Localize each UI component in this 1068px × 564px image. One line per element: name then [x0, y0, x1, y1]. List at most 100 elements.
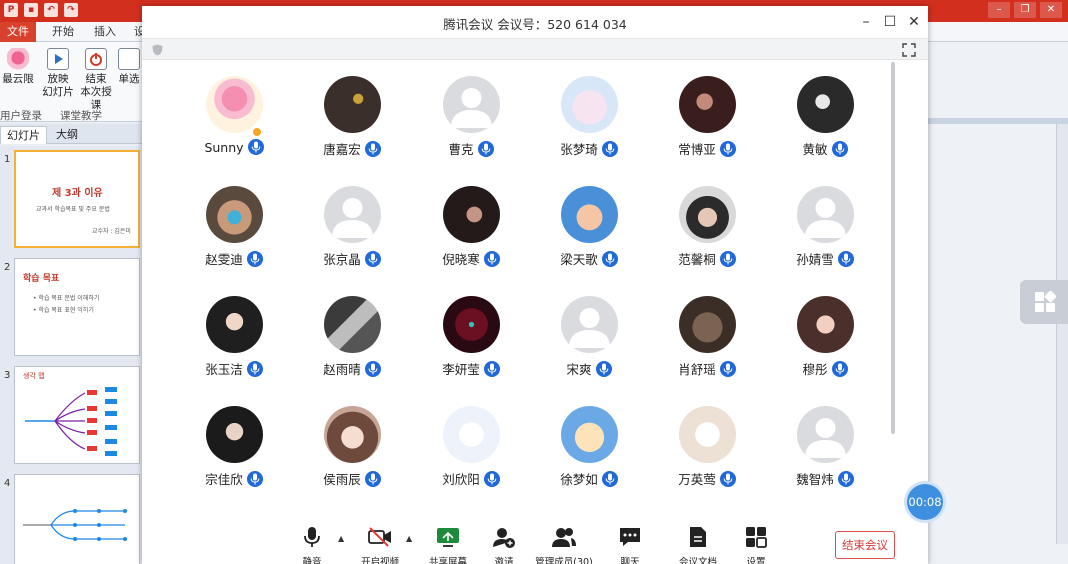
video-options-caret-icon[interactable]: ▲: [406, 534, 412, 543]
microphone-status-icon[interactable]: [246, 250, 263, 267]
microphone-status-icon[interactable]: [831, 140, 848, 157]
avatar: [561, 186, 618, 243]
microphone-status-icon[interactable]: [601, 140, 618, 157]
participant-tile[interactable]: 赵雨晴: [293, 296, 411, 396]
microphone-status-icon[interactable]: [364, 250, 381, 267]
participant-tile[interactable]: 穆彤: [766, 296, 884, 396]
add-user-icon: [492, 526, 516, 548]
save-icon[interactable]: ▪: [24, 3, 38, 17]
participant-grid-scrollbar[interactable]: [891, 62, 895, 434]
ribbon-cloud-button[interactable]: 最云限: [0, 48, 38, 86]
redo-icon[interactable]: ↷: [64, 3, 78, 17]
minimize-button[interactable]: –: [856, 12, 876, 32]
meeting-docs-button[interactable]: 会议文档: [668, 526, 728, 564]
participant-tile[interactable]: 倪晓寒: [412, 186, 530, 286]
participant-tile[interactable]: 曹克: [412, 76, 530, 176]
chat-button[interactable]: 聊天: [600, 526, 660, 564]
tab-home[interactable]: 开始: [52, 22, 74, 42]
microphone-status-icon[interactable]: [364, 470, 381, 487]
end-meeting-button[interactable]: 结束会议: [835, 531, 895, 559]
microphone-status-icon[interactable]: [595, 360, 612, 377]
manage-members-button[interactable]: 管理成员(30): [534, 526, 594, 564]
maximize-button[interactable]: ☐: [880, 12, 900, 32]
slide-thumbnail-3[interactable]: 생각 맵: [14, 366, 140, 464]
ribbon-single-choice-button[interactable]: 单选: [116, 48, 142, 86]
share-screen-button[interactable]: 共享屏幕: [418, 526, 478, 564]
slide-title: 생각 맵: [23, 372, 45, 380]
tab-insert[interactable]: 插入: [94, 22, 116, 42]
slide-thumbnail-4[interactable]: [14, 474, 140, 564]
tab-outline[interactable]: 大纲: [50, 126, 84, 144]
slide-title: 제 3과 이유: [52, 188, 103, 199]
slide-thumbnail-2[interactable]: 학습 목표 • 학습 목표 문법 이해하기 • 학습 목표 표현 익히기: [14, 258, 140, 356]
participant-tile[interactable]: 徐梦如: [530, 406, 648, 506]
participant-tile[interactable]: 张玉洁: [175, 296, 293, 396]
mute-button[interactable]: 静音: [282, 526, 342, 564]
microphone-status-icon[interactable]: [719, 360, 736, 377]
settings-button[interactable]: 设置: [726, 526, 786, 564]
tab-slides[interactable]: 幻灯片: [0, 126, 47, 144]
participant-tile[interactable]: 宋爽: [530, 296, 648, 396]
ppt-restore-button[interactable]: ❐: [1014, 2, 1036, 18]
participant-tile[interactable]: 侯雨辰: [293, 406, 411, 506]
microphone-status-icon[interactable]: [719, 250, 736, 267]
shield-icon[interactable]: [152, 44, 163, 56]
microphone-status-icon[interactable]: [601, 250, 618, 267]
microphone-status-icon[interactable]: [246, 360, 263, 377]
invite-button[interactable]: 邀请: [474, 526, 534, 564]
microphone-status-icon[interactable]: [719, 140, 736, 157]
default-avatar-icon: [324, 186, 381, 243]
slide-number: 3: [4, 370, 11, 381]
microphone-status-icon[interactable]: [247, 139, 264, 155]
participant-tile[interactable]: 魏智炜: [766, 406, 884, 506]
ribbon-end-class-button[interactable]: 结束 本次授课: [76, 48, 116, 112]
slide-thumbnail-1[interactable]: 제 3과 이유 교과서 학습목표 및 주요 문법 교수자 : 김은미: [14, 150, 140, 248]
default-avatar-icon: [797, 186, 854, 243]
participant-label: 穆彤: [766, 359, 884, 378]
apps-grid-icon: [1035, 291, 1056, 312]
participant-name: 范馨桐: [678, 252, 716, 267]
participant-tile[interactable]: 梁天歌: [530, 186, 648, 286]
participant-label: 倪晓寒: [412, 249, 530, 268]
participant-tile[interactable]: 唐嘉宏: [293, 76, 411, 176]
ppt-vertical-scrollbar[interactable]: [1056, 124, 1068, 544]
mute-options-caret-icon[interactable]: ▲: [338, 534, 344, 543]
participant-tile[interactable]: Sunny: [175, 76, 293, 176]
participant-tile[interactable]: 宗佳欣: [175, 406, 293, 506]
microphone-status-icon[interactable]: [719, 470, 736, 487]
undo-icon[interactable]: ↶: [44, 3, 58, 17]
participant-tile[interactable]: 张梦琦: [530, 76, 648, 176]
participant-tile[interactable]: 孙婧雪: [766, 186, 884, 286]
microphone-status-icon[interactable]: [837, 470, 854, 487]
microphone-status-icon[interactable]: [831, 360, 848, 377]
close-button[interactable]: ✕: [904, 12, 924, 32]
ppt-close-button[interactable]: ✕: [1040, 2, 1062, 18]
microphone-status-icon[interactable]: [483, 470, 500, 487]
microphone-status-icon[interactable]: [601, 470, 618, 487]
floating-tools-panel[interactable]: [1020, 280, 1068, 324]
tab-file[interactable]: 文件: [0, 22, 36, 42]
start-video-button[interactable]: 开启视频: [350, 526, 410, 564]
participant-tile[interactable]: 常博亚: [648, 76, 766, 176]
participant-tile[interactable]: 范馨桐: [648, 186, 766, 286]
microphone-status-icon[interactable]: [364, 140, 381, 157]
participant-tile[interactable]: 肖舒瑶: [648, 296, 766, 396]
microphone-status-icon[interactable]: [837, 250, 854, 267]
ribbon-play-button[interactable]: 放映 幻灯片: [38, 48, 78, 99]
microphone-status-icon[interactable]: [246, 470, 263, 487]
chat-label: 聊天: [620, 557, 640, 564]
participant-tile[interactable]: 李妍莹: [412, 296, 530, 396]
microphone-status-icon[interactable]: [483, 360, 500, 377]
microphone-status-icon[interactable]: [483, 250, 500, 267]
camera-off-icon: [368, 526, 392, 548]
participant-tile[interactable]: 刘欣阳: [412, 406, 530, 506]
participant-name: 李妍莹: [442, 362, 480, 377]
participant-tile[interactable]: 黄敏: [766, 76, 884, 176]
participant-tile[interactable]: 张京晶: [293, 186, 411, 286]
participant-tile[interactable]: 万英莺: [648, 406, 766, 506]
ppt-minimize-button[interactable]: –: [988, 2, 1010, 18]
microphone-status-icon[interactable]: [364, 360, 381, 377]
participant-tile[interactable]: 赵雯迪: [175, 186, 293, 286]
fullscreen-icon[interactable]: [902, 43, 916, 57]
microphone-status-icon[interactable]: [477, 140, 494, 157]
